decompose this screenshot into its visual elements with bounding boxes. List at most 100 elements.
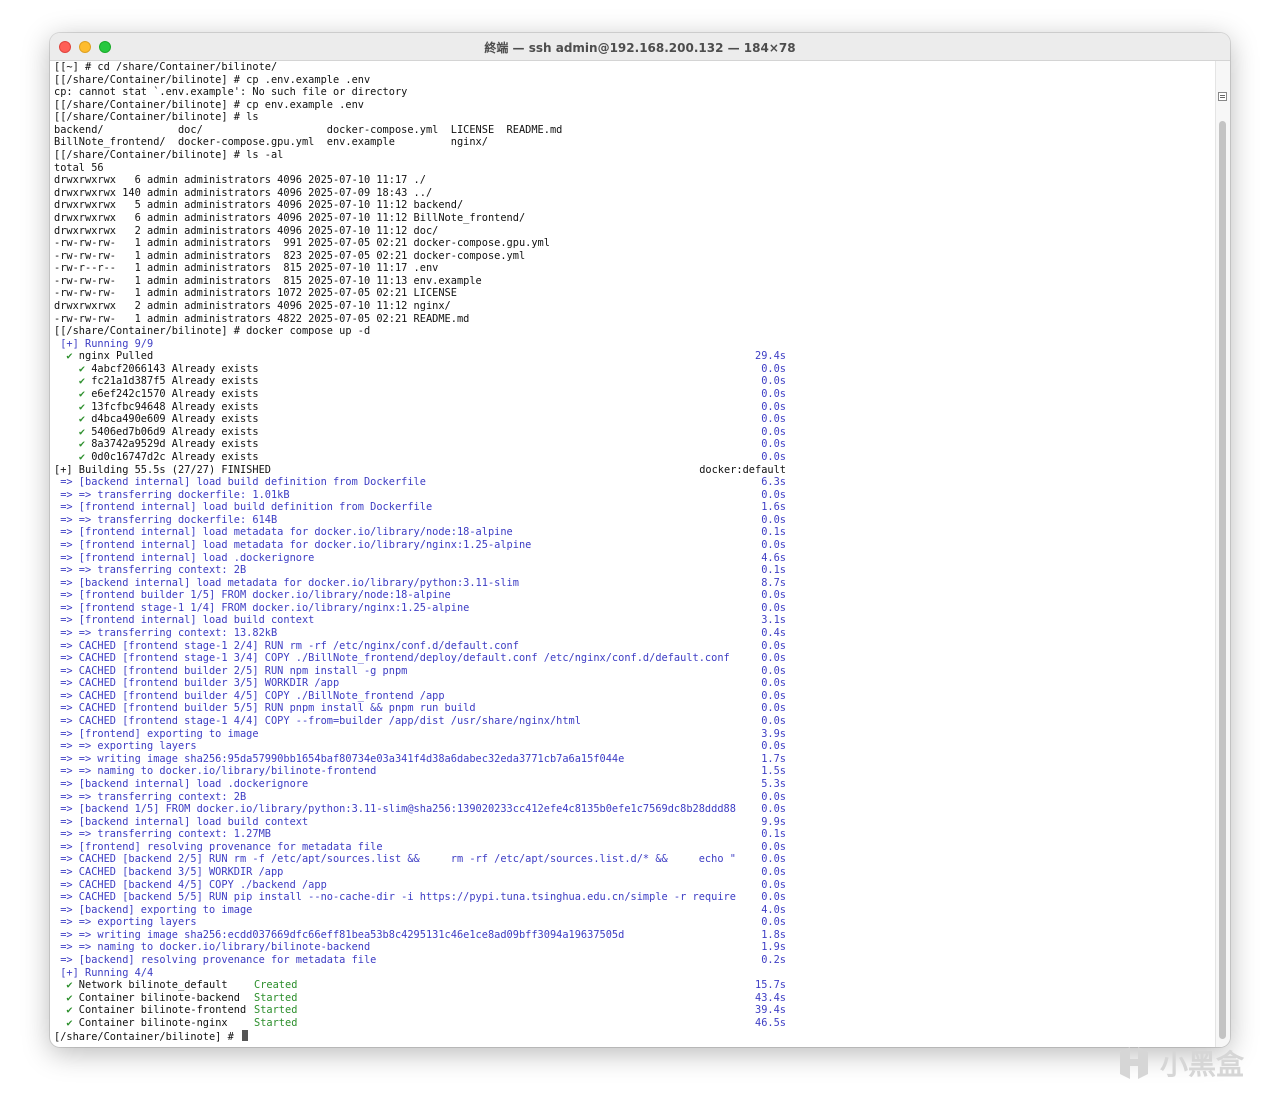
terminal-line: [+] Building 55.5s (27/27) FINISHED docke… [54, 464, 1210, 477]
terminal-line: => CACHED [frontend builder 4/5] COPY ./… [54, 690, 1210, 703]
terminal-line-text: backend/ doc/ docker-compose.yml LICENSE… [54, 123, 563, 136]
terminal-line: => [backend internal] load build definit… [54, 476, 1210, 489]
terminal-line-text: => [backend] exporting to image [54, 903, 253, 916]
terminal-line: => [frontend] resolving provenance for m… [54, 841, 1210, 854]
terminal-line: => => writing image sha256:ecdd037669dfc… [54, 929, 1210, 942]
terminal-line-text: => CACHED [frontend builder 5/5] RUN pnp… [54, 702, 476, 715]
terminal-line-text: ✔ 5406ed7b06d9 Already exists [78, 425, 259, 438]
terminal-line: drwxrwxrwx 140 admin administrators 4096… [54, 187, 1210, 200]
terminal-line: BillNote_frontend/ docker-compose.gpu.ym… [54, 136, 1210, 149]
check-icon: ✔ [78, 388, 86, 401]
duration-label: 0.0s [761, 677, 786, 690]
terminal-line-text: drwxrwxrwx 6 admin administrators 4096 2… [54, 174, 426, 187]
terminal-line-text: => CACHED [frontend builder 4/5] COPY ./… [54, 689, 445, 702]
duration-label: 0.0s [761, 853, 786, 866]
terminal-line: => => naming to docker.io/library/bilino… [54, 941, 1210, 954]
terminal-line: [+] Running 9/9 [54, 338, 1210, 351]
terminal-line: => [frontend stage-1 1/4] FROM docker.io… [54, 602, 1210, 615]
terminal-line-text: ✔ 8a3742a9529d Already exists [78, 438, 259, 451]
terminal-line: => [frontend] exporting to image 3.9s [54, 728, 1210, 741]
terminal-line-text: [+] Running 9/9 [54, 337, 154, 350]
terminal-line-text: -rw-rw-rw- 1 admin administrators 4822 2… [54, 312, 470, 325]
check-icon: ✔ [78, 450, 86, 463]
terminal-line-text: => CACHED [backend 3/5] WORKDIR /app [54, 866, 284, 878]
terminal-line: => => transferring context: 2B 0.0s [54, 791, 1210, 804]
duration-label: 1.5s [761, 765, 786, 778]
terminal-line: => => transferring dockerfile: 614B 0.0s [54, 514, 1210, 527]
check-icon: ✔ [78, 425, 86, 438]
terminal-line: => [frontend internal] load .dockerignor… [54, 552, 1210, 565]
terminal-line: drwxrwxrwx 2 admin administrators 4096 2… [54, 300, 1210, 313]
terminal-line-text: => [backend 1/5] FROM docker.io/library/… [54, 803, 736, 816]
terminal-line: => [backend] exporting to image 4.0s [54, 904, 1210, 917]
duration-label: docker:default [699, 463, 786, 476]
terminal-line: => => naming to docker.io/library/bilino… [54, 765, 1210, 778]
duration-label: 0.1s [761, 828, 786, 841]
terminal-line: ✔ 5406ed7b06d9 Already exists 0.0s [54, 426, 1210, 439]
duration-label: 0.0s [761, 388, 786, 401]
duration-label: 0.0s [761, 866, 786, 878]
duration-label: 0.0s [761, 413, 786, 426]
terminal-line-text: => [frontend] resolving provenance for m… [54, 840, 383, 853]
vertical-scrollbar[interactable] [1215, 61, 1230, 1047]
terminal-line: [[/share/Container/bilinote] # cp .env.e… [54, 74, 1210, 87]
terminal-line: => => transferring context: 1.27MB 0.1s [54, 828, 1210, 841]
terminal-line: ✔ 13fcfbc94648 Already exists 0.0s [54, 401, 1210, 414]
terminal-line: Started ✔ Container bilinote-nginx 46.5s [54, 1017, 1210, 1030]
terminal-line: drwxrwxrwx 2 admin administrators 4096 2… [54, 225, 1210, 238]
terminal-line-text: ✔ d4bca490e609 Already exists [78, 413, 259, 426]
duration-label: 0.0s [761, 488, 786, 501]
duration-label: 0.4s [761, 627, 786, 640]
terminal-line: backend/ doc/ docker-compose.yml LICENSE… [54, 124, 1210, 137]
terminal-line-text: [/share/Container/bilinote] # [54, 1029, 248, 1044]
terminal-line: -rw-rw-rw- 1 admin administrators 815 20… [54, 275, 1210, 288]
terminal-line-text: -rw-rw-rw- 1 admin administrators 823 20… [54, 249, 526, 262]
terminal-line-text: => [frontend internal] load build contex… [54, 614, 315, 627]
terminal-line-text: total 56 [54, 161, 104, 174]
terminal-line: drwxrwxrwx 6 admin administrators 4096 2… [54, 212, 1210, 225]
terminal-line-text: => CACHED [frontend builder 3/5] WORKDIR… [54, 677, 340, 690]
scrollbar-thumb[interactable] [1219, 121, 1226, 1039]
terminal-line: => => exporting layers 0.0s [54, 916, 1210, 929]
terminal-line: => [frontend internal] load metadata for… [54, 539, 1210, 552]
terminal-line: -rw-rw-rw- 1 admin administrators 4822 2… [54, 313, 1210, 326]
terminal-line: => CACHED [backend 4/5] COPY ./backend /… [54, 879, 1210, 892]
terminal-line-text: => => transferring context: 13.82kB [54, 627, 278, 640]
check-icon: ✔ [78, 362, 86, 375]
terminal-line: drwxrwxrwx 6 admin administrators 4096 2… [54, 174, 1210, 187]
terminal-line: => [frontend internal] load metadata for… [54, 526, 1210, 539]
duration-label: 1.9s [761, 941, 786, 954]
duration-label: 0.0s [761, 840, 786, 853]
terminal-line-text: => CACHED [frontend builder 2/5] RUN npm… [54, 664, 408, 677]
terminal-line: [[/share/Container/bilinote] # docker co… [54, 325, 1210, 338]
terminal-line-text: ✔ 13fcfbc94648 Already exists [78, 400, 259, 413]
terminal-line-text: => [frontend internal] load build defini… [54, 501, 433, 514]
terminal-line: -rw-rw-rw- 1 admin administrators 823 20… [54, 250, 1210, 263]
terminal-line-text: ✔ nginx Pulled [66, 350, 154, 363]
terminal-output[interactable]: [[~] # cd /share/Container/bilinote/[[/s… [54, 61, 1210, 1045]
terminal-line-text: [+] Running 4/4 [54, 966, 154, 979]
duration-label: 0.0s [761, 450, 786, 463]
terminal-line: ✔ 0d0c16747d2c Already exists 0.0s [54, 451, 1210, 464]
terminal-line: => [frontend internal] load build defini… [54, 501, 1210, 514]
terminal-line: => CACHED [frontend stage-1 2/4] RUN rm … [54, 640, 1210, 653]
title-bar: 終端 — ssh admin@192.168.200.132 — 184×78 [50, 33, 1230, 61]
duration-label: 0.0s [761, 538, 786, 551]
terminal-line-text: => [backend] resolving provenance for me… [54, 954, 377, 967]
duration-label: 0.1s [761, 526, 786, 539]
duration-label: 0.0s [761, 664, 786, 677]
terminal-line: => CACHED [frontend builder 5/5] RUN pnp… [54, 702, 1210, 715]
terminal-line: => => transferring context: 2B 0.1s [54, 564, 1210, 577]
terminal-line-text: ✔ Container bilinote-backend [66, 991, 240, 1004]
terminal-line-text: [[/share/Container/bilinote] # docker co… [54, 325, 371, 338]
terminal-line-text: [[/share/Container/bilinote] # cp env.ex… [54, 98, 364, 111]
terminal-line-text: ✔ fc21a1d387f5 Already exists [78, 375, 259, 388]
terminal-line: => CACHED [backend 3/5] WORKDIR /app 0.0s [54, 866, 1210, 879]
scrollbar-menu-icon[interactable] [1218, 92, 1227, 101]
terminal-line: [[/share/Container/bilinote] # ls -al [54, 149, 1210, 162]
terminal-line: => CACHED [frontend builder 3/5] WORKDIR… [54, 677, 1210, 690]
duration-label: 0.0s [761, 790, 786, 803]
terminal-line: => CACHED [frontend stage-1 3/4] COPY ./… [54, 652, 1210, 665]
status-label: Created [254, 979, 298, 992]
duration-label: 0.0s [761, 601, 786, 614]
